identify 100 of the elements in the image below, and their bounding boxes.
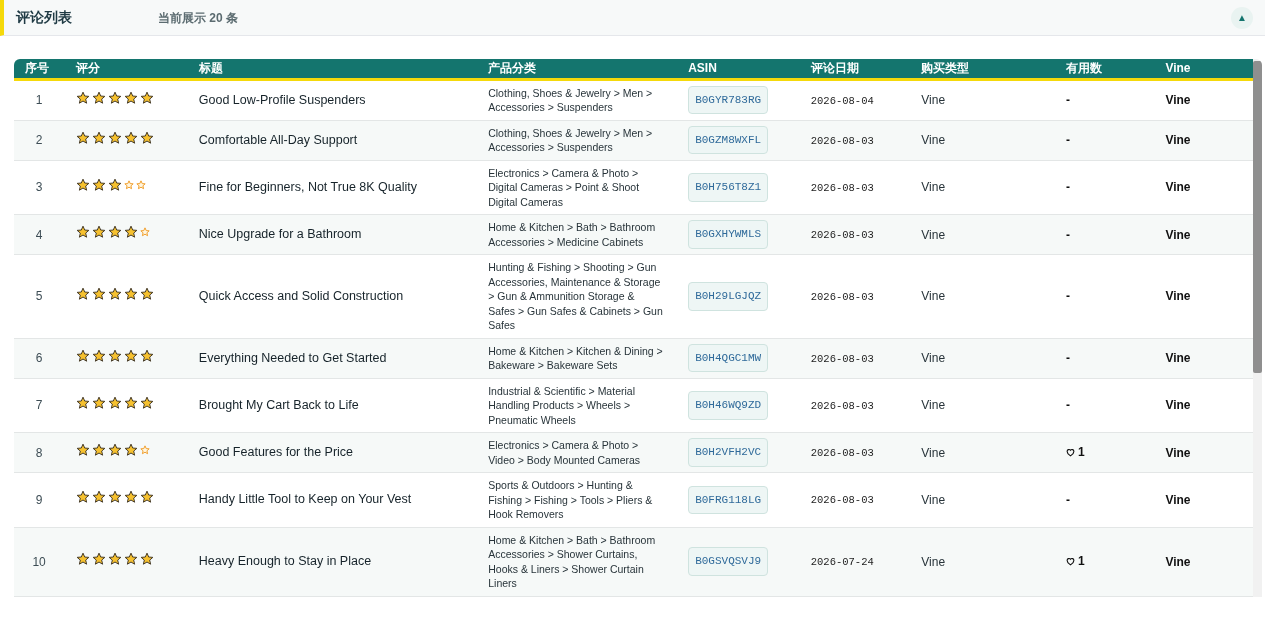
purchase-type: Vine xyxy=(921,289,946,304)
category-path: Home & Kitchen > Bath > Bathroom Accessories > Shower Curtains, Hooks & Liners > Shower Curtain Liners xyxy=(488,532,657,591)
star-icon xyxy=(108,130,123,145)
helpful-count: - xyxy=(1065,350,1070,367)
star-icon xyxy=(140,130,155,145)
asin-tag: B0H4QGC1MW xyxy=(688,343,769,373)
star-icon xyxy=(76,225,91,239)
star-icon xyxy=(76,286,91,301)
star-icon xyxy=(124,395,139,410)
column-header: 序号 xyxy=(14,59,65,79)
star-icon xyxy=(124,225,139,239)
star-icon xyxy=(92,348,107,363)
vine-label: Vine xyxy=(1165,133,1191,147)
row-number: 5 xyxy=(35,289,43,304)
collapse-button[interactable]: ▲ xyxy=(1231,6,1253,29)
star-icon xyxy=(124,348,139,363)
star-icon xyxy=(92,90,107,105)
row-number: 1 xyxy=(35,93,43,107)
review-title: Heavy Enough to Stay in Place xyxy=(198,554,372,569)
review-date: 2026-07-24 xyxy=(810,556,874,569)
star-icon xyxy=(124,130,139,145)
star-icon xyxy=(108,225,123,239)
vine-label: Vine xyxy=(1165,554,1191,569)
star-outline-icon xyxy=(140,227,151,237)
count-text: 当前展示 20 条 xyxy=(158,9,238,27)
column-header: Vine xyxy=(1153,59,1253,79)
purchase-type: Vine xyxy=(921,398,946,413)
vine-label: Vine xyxy=(1165,398,1191,413)
star-icon xyxy=(108,490,123,505)
star-icon xyxy=(140,552,155,566)
category-path: Home & Kitchen > Kitchen & Dining > Bakeware > Bakeware Sets xyxy=(488,343,664,373)
column-header: 评分 xyxy=(64,59,187,79)
asin-tag: B0GZM8WXFL xyxy=(688,125,769,155)
star-icon xyxy=(92,130,107,145)
row-number: 6 xyxy=(35,351,43,365)
review-date: 2026-08-03 xyxy=(810,134,874,147)
asin-tag: B0H46WQ9ZD xyxy=(688,391,769,420)
review-date: 2026-08-03 xyxy=(810,447,874,460)
column-header: 评论日期 xyxy=(798,59,910,79)
category-path: Hunting & Fishing > Shooting > Gun Accessories, Maintenance & Storage > Gun & Ammunition Storage & Safes > Gun Safes & Cabinets > Gun Safes xyxy=(488,260,664,333)
review-date: 2026-08-03 xyxy=(810,290,874,303)
star-icon xyxy=(108,286,123,301)
asin-tag: B0H756T8Z1 xyxy=(688,173,769,202)
review-date: 2026-08-03 xyxy=(810,352,874,365)
purchase-type: Vine xyxy=(921,492,946,507)
column-header: 产品分类 xyxy=(476,59,677,79)
star-icon xyxy=(140,490,155,505)
category-path: Clothing, Shoes & Jewelry > Men > Accessories > Suspenders xyxy=(488,125,654,155)
heart-icon xyxy=(1065,447,1075,457)
star-icon xyxy=(108,395,123,410)
review-title: Fine for Beginners, Not True 8K Quality xyxy=(198,179,417,194)
review-title: Nice Upgrade for a Bathroom xyxy=(198,227,362,242)
helpful-count: - xyxy=(1065,288,1070,306)
column-header: 购买类型 xyxy=(909,59,1054,79)
star-icon xyxy=(76,130,91,145)
row-number: 8 xyxy=(35,445,43,460)
star-icon xyxy=(92,490,107,505)
review-title: Quick Access and Solid Construction xyxy=(198,288,404,303)
column-header: 有用数 xyxy=(1053,59,1154,79)
scrollbar[interactable] xyxy=(1253,59,1262,597)
star-icon xyxy=(140,286,155,301)
asin-tag: B0H2VFH2VC xyxy=(688,438,769,467)
star-icon xyxy=(92,286,107,301)
asin-tag: B0GYR783RG xyxy=(688,85,769,115)
purchase-type: Vine xyxy=(921,351,946,365)
star-icon xyxy=(140,90,155,105)
section-title: 评论列表 xyxy=(16,8,73,27)
purchase-type: Vine xyxy=(921,227,946,242)
star-icon xyxy=(108,348,123,363)
star-icon xyxy=(76,443,91,457)
vine-label: Vine xyxy=(1165,289,1191,304)
review-date: 2026-08-03 xyxy=(810,399,874,412)
purchase-type: Vine xyxy=(921,133,946,147)
helpful-count: - xyxy=(1065,92,1070,109)
vine-label: Vine xyxy=(1165,445,1191,460)
scrollbar-thumb[interactable] xyxy=(1253,61,1262,373)
review-title: Brought My Cart Back to Life xyxy=(198,397,359,412)
category-path: Sports & Outdoors > Hunting & Fishing > Fishing > Tools > Pliers & Hook Removers xyxy=(488,478,654,522)
vine-label: Vine xyxy=(1165,492,1191,507)
row-number: 9 xyxy=(35,492,43,507)
star-icon xyxy=(92,443,107,457)
star-icon xyxy=(92,552,107,566)
asin-tag: B0FRG118LG xyxy=(688,485,769,514)
star-icon xyxy=(124,286,139,301)
review-title: Comfortable All-Day Support xyxy=(198,132,358,147)
star-icon xyxy=(76,490,91,505)
star-icon xyxy=(140,395,155,410)
helpful-count: - xyxy=(1065,226,1070,244)
review-date: 2026-08-03 xyxy=(810,229,874,242)
star-icon xyxy=(92,225,107,239)
star-icon xyxy=(124,552,139,566)
purchase-type: Vine xyxy=(921,554,946,569)
review-date: 2026-08-03 xyxy=(810,494,874,507)
star-icon xyxy=(108,552,123,566)
star-icon xyxy=(124,443,139,457)
helpful-count: - xyxy=(1065,179,1070,197)
row-number: 7 xyxy=(35,398,43,413)
star-icon xyxy=(108,177,123,192)
star-icon xyxy=(92,395,107,410)
review-date: 2026-08-04 xyxy=(810,94,874,107)
